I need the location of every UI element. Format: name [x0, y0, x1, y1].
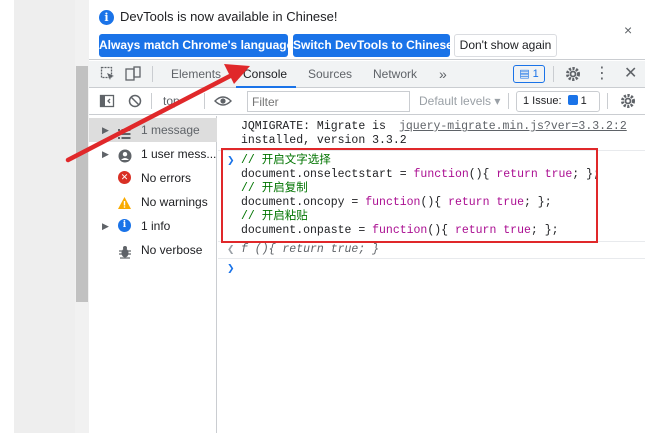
annotation-arrow [65, 64, 250, 163]
arrow-shaft [65, 72, 235, 163]
arrow-head [224, 64, 250, 84]
